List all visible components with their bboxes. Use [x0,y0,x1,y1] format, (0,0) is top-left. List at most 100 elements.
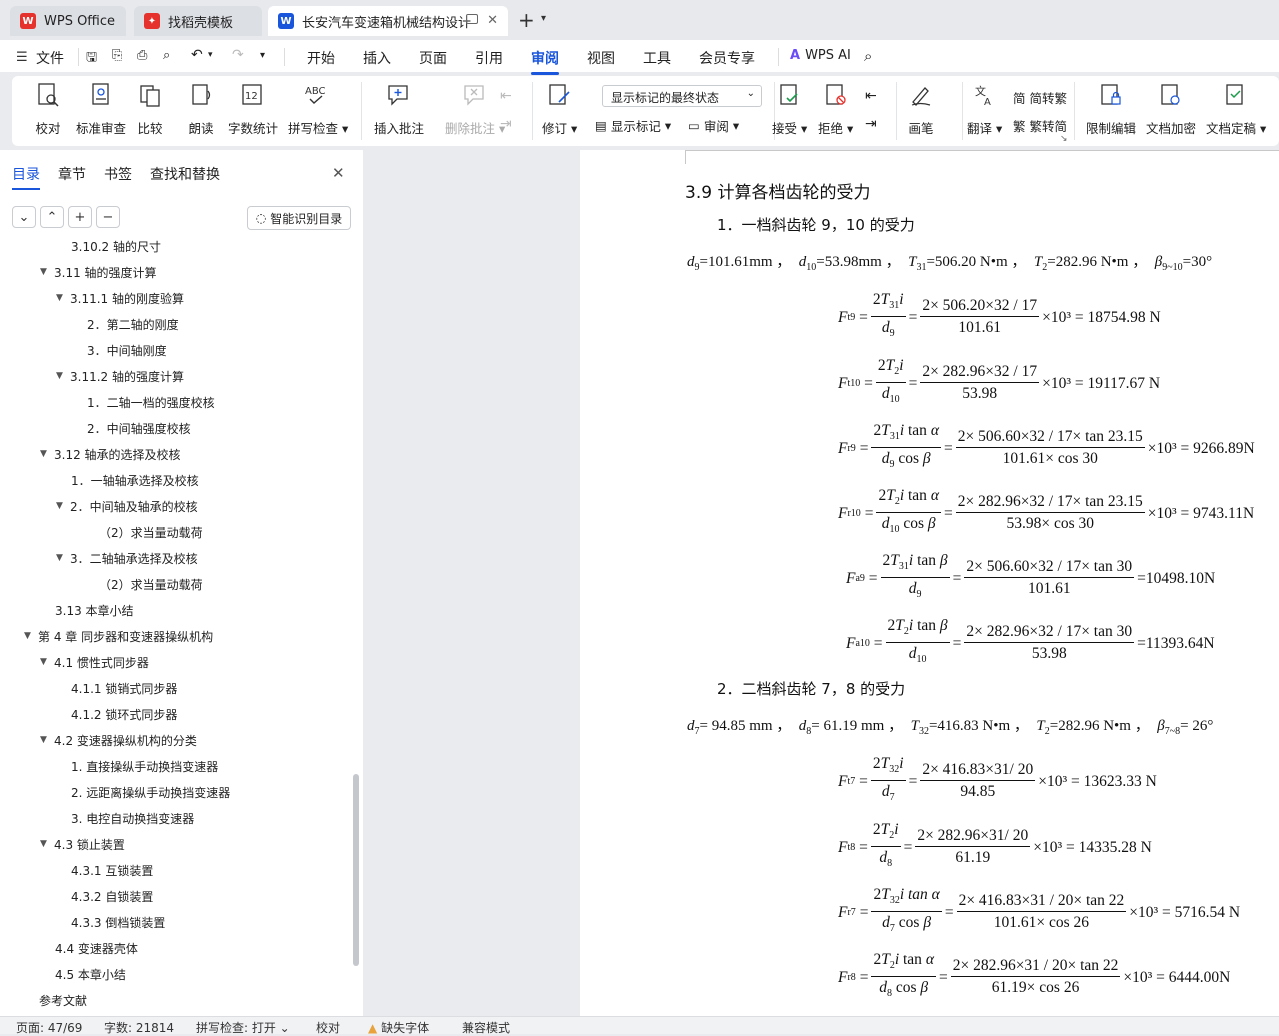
toc-item[interactable]: 4.4 变速器壳体 [55,935,138,961]
chevron-down-icon[interactable]: ▾ [208,50,213,60]
insert-comment-button[interactable]: 插入批注 [374,80,424,137]
hamburger-icon[interactable]: ☰ [16,50,28,65]
toc-item[interactable]: 2．中间轴强度校核 [87,415,191,441]
undo-icon[interactable]: ↶ [191,47,203,63]
tab-templates[interactable]: ✦ 找稻壳模板 [134,6,262,36]
print-preview-icon[interactable]: ⌕ [163,48,170,63]
menu-tools[interactable]: 工具 [643,48,671,68]
toc-item[interactable]: 3. 电控自动换挡变速器 [71,805,194,831]
previous-comment-icon[interactable]: ⇤ [500,88,512,104]
word-count-status[interactable]: 字数: 21814 [104,1019,174,1036]
wps-ai-button[interactable]: A WPS AI [790,48,851,63]
menu-insert[interactable]: 插入 [363,48,391,68]
review-pane-button[interactable]: ▭ 审阅 ▾ [688,116,739,135]
expand-caret-icon[interactable]: ▼ [56,371,70,381]
track-changes-button[interactable]: 修订 ▾ [542,80,577,137]
toc-scrollbar[interactable] [353,774,359,966]
expand-caret-icon[interactable]: ▼ [40,267,54,277]
export-icon[interactable]: ⎘ [112,48,122,63]
translate-button[interactable]: 文A 翻译 ▾ [967,80,1002,137]
proof-status[interactable]: 校对 [316,1019,340,1036]
expand-caret-icon[interactable]: ▼ [40,839,54,849]
toc-item[interactable]: ▼ 3.11.1 轴的刚度验算 [56,285,184,311]
next-change-icon[interactable]: ⇥ [865,116,877,132]
spell-check-button[interactable]: ABC 拼写检查 ▾ [288,80,348,137]
toc-item[interactable]: 4.5 本章小结 [55,961,126,987]
toc-item[interactable]: 2．第二轴的刚度 [87,311,179,337]
accept-button[interactable]: 接受 ▾ [772,80,807,137]
chevron-down-icon[interactable]: ▾ [260,50,265,61]
restrict-edit-button[interactable]: 限制编辑 [1086,80,1136,137]
expand-button[interactable]: ⌃ [40,206,64,228]
new-tab-plus-icon[interactable]: + [518,8,535,32]
toc-item[interactable]: 4.3.1 互锁装置 [71,857,153,883]
chevron-down-icon[interactable]: ▾ [541,13,546,24]
expand-caret-icon[interactable]: ▼ [56,553,70,563]
remove-heading-button[interactable]: − [96,206,120,228]
toc-item[interactable]: ▼ 4.2 变速器操纵机构的分类 [40,727,197,753]
toc-item[interactable]: 3.10.2 轴的尺寸 [71,240,161,259]
toc-item[interactable]: ▼ 2．中间轴及轴承的校核 [56,493,198,519]
add-heading-button[interactable]: + [68,206,92,228]
smart-toc-button[interactable]: ◌ 智能识别目录 [247,206,351,230]
word-count-button[interactable]: 12 字数统计 [228,80,278,137]
toc-item[interactable]: 2. 远距离操纵手动换挡变速器 [71,779,230,805]
toc-item[interactable]: 3．中间轴刚度 [87,337,167,363]
tab-bookmarks[interactable]: 书签 [104,164,132,184]
next-comment-icon[interactable]: ⇥ [500,116,512,132]
std-review-button[interactable]: 标准审查 [76,80,126,137]
menu-page[interactable]: 页面 [419,48,447,68]
menu-member[interactable]: 会员专享 [699,48,755,68]
previous-change-icon[interactable]: ⇤ [865,88,877,104]
toc-item[interactable]: 4.1.1 锁销式同步器 [71,675,177,701]
toc-item[interactable]: （2）求当量动载荷 [99,519,203,545]
close-icon[interactable]: ✕ [332,164,345,182]
finalize-button[interactable]: 文档定稿 ▾ [1206,80,1266,137]
read-aloud-button[interactable]: 朗读 [187,80,215,137]
redo-icon[interactable]: ↷ [232,47,244,63]
toc-item[interactable]: 1. 直接操纵手动换挡变速器 [71,753,218,779]
expand-caret-icon[interactable]: ▼ [56,501,70,511]
compare-button[interactable]: 比较 [136,80,164,137]
expand-icon[interactable]: ↘ [1060,134,1068,144]
save-icon[interactable]: 🖫 [86,48,97,70]
page-indicator[interactable]: 页面: 47/69 [16,1019,82,1036]
proof-button[interactable]: 校对 [34,80,62,137]
search-icon[interactable]: ⌕ [864,47,872,65]
expand-caret-icon[interactable]: ▼ [40,449,54,459]
menu-review[interactable]: 审阅 [531,48,559,75]
spell-check-status[interactable]: 拼写检查: 打开 ⌄ [196,1019,290,1036]
missing-font-status[interactable]: ▲ 缺失字体 [368,1019,429,1036]
toc-item[interactable]: 1．一轴轴承选择及校核 [71,467,199,493]
expand-caret-icon[interactable]: ▼ [24,631,38,641]
toc-item[interactable]: ▼ 3.12 轴承的选择及校核 [40,441,181,467]
menu-home[interactable]: 开始 [307,48,335,68]
reject-button[interactable]: 拒绝 ▾ [818,80,853,137]
trad-to-simp-button[interactable]: 繁繁转简 [1013,116,1067,135]
expand-caret-icon[interactable]: ▼ [40,735,54,745]
tab-toc[interactable]: 目录 [12,164,40,190]
close-icon[interactable]: ✕ [487,13,498,28]
collapse-button[interactable]: ⌄ [12,206,36,228]
delete-comment-button[interactable]: 删除批注 ▾ [445,80,505,137]
toc-item[interactable]: 4.3.3 倒档锁装置 [71,909,165,935]
toc-item[interactable]: 1．二轴一档的强度校核 [87,389,215,415]
toc-item[interactable]: ▼ 4.3 锁止装置 [40,831,125,857]
tab-chapters[interactable]: 章节 [58,164,86,184]
document-page[interactable]: 3.9 计算各档齿轮的受力 1．一档斜齿轮 9，10 的受力 d9=101.61… [580,150,1279,1016]
show-markup-button[interactable]: ▤ 显示标记 ▾ [595,116,671,135]
toc-item[interactable]: ▼ 3.11.2 轴的强度计算 [56,363,184,389]
tab-find-replace[interactable]: 查找和替换 [150,164,220,184]
toc-item[interactable]: ▼ 4.1 惯性式同步器 [40,649,149,675]
toc-item[interactable]: 参考文献 [39,987,87,1013]
expand-caret-icon[interactable]: ▼ [40,657,54,667]
tab-window-icon[interactable] [466,14,478,24]
expand-caret-icon[interactable]: ▼ [56,293,70,303]
tab-document[interactable]: W 长安汽车变速箱机械结构设计 ✕ [268,6,508,36]
toc-item[interactable]: 3.13 本章小结 [55,597,134,623]
menu-view[interactable]: 视图 [587,48,615,68]
toc-item[interactable]: ▼ 3．二轴轴承选择及校核 [56,545,198,571]
toc-item[interactable]: 4.3.2 自锁装置 [71,883,153,909]
simp-to-trad-button[interactable]: 简简转繁 [1013,88,1067,107]
menu-file[interactable]: 文件 [36,48,64,68]
